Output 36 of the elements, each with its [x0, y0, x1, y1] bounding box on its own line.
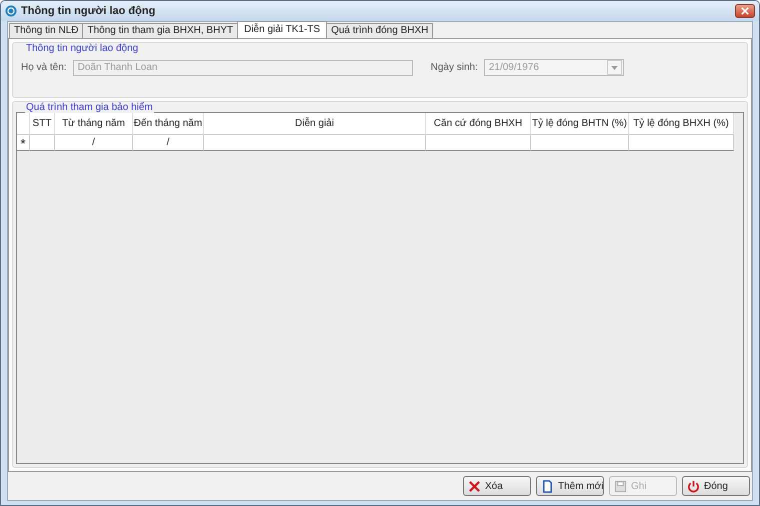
delete-button[interactable]: Xóa [463, 476, 531, 496]
table-cell[interactable] [629, 135, 734, 151]
power-icon [687, 480, 700, 492]
close-button[interactable] [735, 4, 755, 18]
window-title: Thông tin người lao động [21, 5, 156, 17]
table-cell[interactable] [204, 135, 426, 151]
name-label: Họ và tên: [21, 62, 67, 73]
column-header[interactable]: Diễn giải [204, 113, 426, 135]
column-header[interactable]: Đến tháng năm [133, 113, 204, 135]
new-row-marker: * [17, 135, 30, 151]
table-cell[interactable]: / [55, 135, 133, 151]
group-title: Thông tin người lao động [25, 43, 140, 54]
delete-icon [468, 480, 481, 492]
table-cell[interactable] [531, 135, 629, 151]
column-header[interactable]: STT [30, 113, 55, 135]
column-header[interactable]: Tỷ lệ đóng BHTN (%) [531, 113, 629, 135]
close-icon [741, 7, 749, 15]
tab[interactable]: Thông tin tham gia BHXH, BHYT [82, 23, 238, 38]
new-button[interactable]: Thêm mới [536, 476, 604, 496]
table-cell[interactable]: / [133, 135, 204, 151]
group-title: Quá trình tham gia bảo hiểm [25, 102, 154, 113]
table-cell[interactable] [426, 135, 531, 151]
dropdown-icon [610, 66, 618, 70]
birth-label: Ngày sinh: [430, 62, 478, 73]
tab[interactable]: Thông tin NLĐ [9, 23, 84, 38]
column-header[interactable]: Tỷ lệ đóng BHXH (%) [629, 113, 734, 135]
app-icon [5, 5, 17, 17]
column-header[interactable]: Từ tháng năm [55, 113, 133, 135]
table-cell[interactable] [30, 135, 55, 151]
save-icon [614, 480, 627, 492]
column-header[interactable]: Căn cứ đóng BHXH [426, 113, 531, 135]
tab[interactable]: Diễn giải TK1-TS [237, 21, 328, 38]
tab[interactable]: Quá trình đóng BHXH [326, 23, 434, 38]
close-button[interactable]: Đóng [682, 476, 750, 496]
document-icon [541, 480, 554, 492]
corner-header [17, 113, 30, 135]
